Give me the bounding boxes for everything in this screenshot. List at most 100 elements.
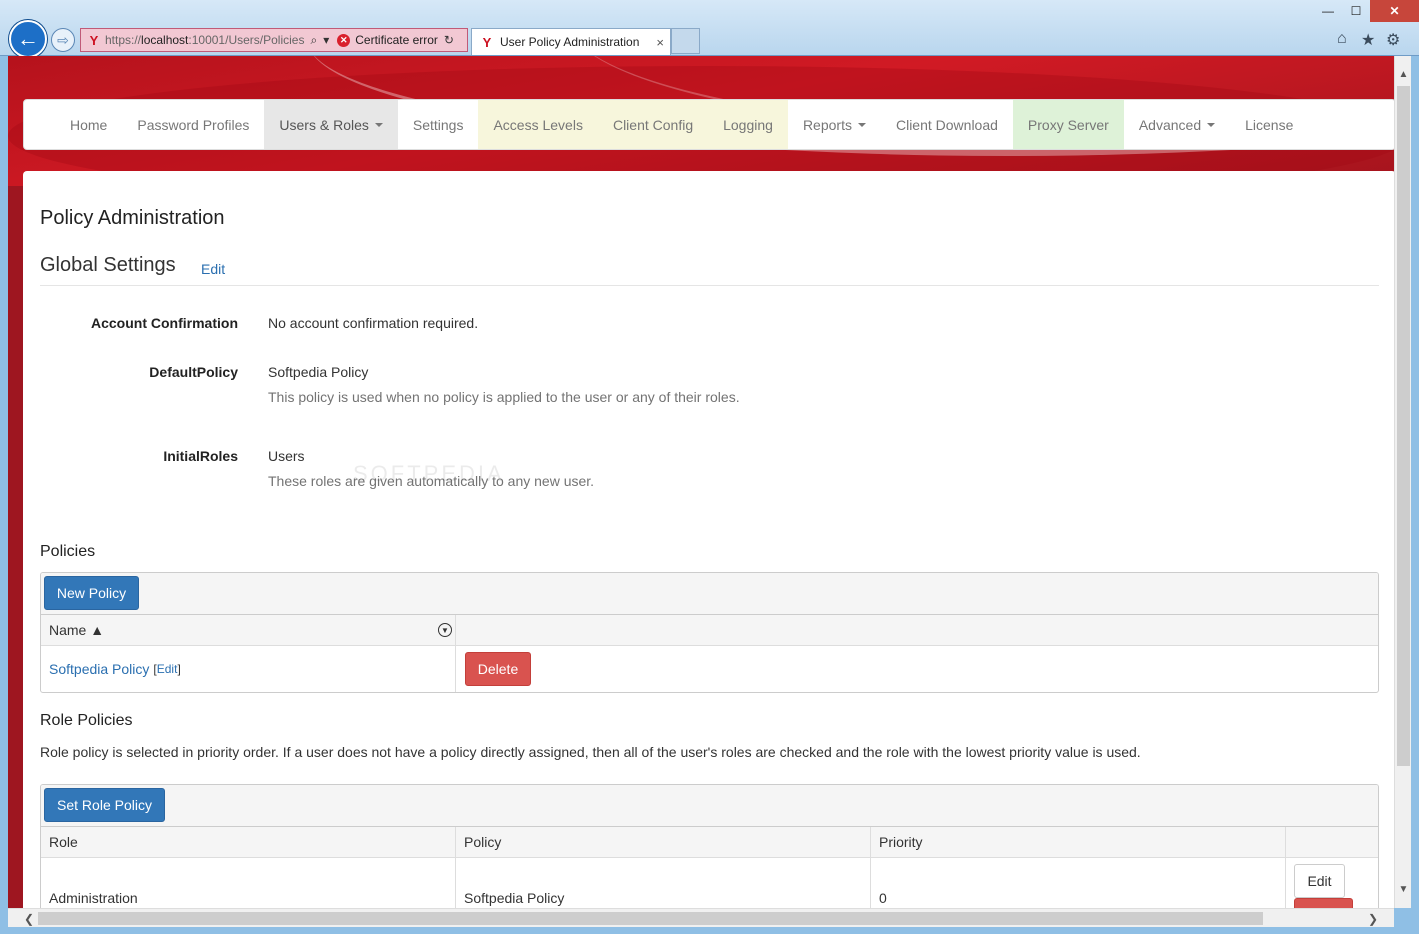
minimize-button[interactable]: — (1314, 0, 1342, 22)
favorites-icon[interactable]: ★ (1361, 30, 1375, 50)
policy-actions-cell: Delete (456, 646, 1378, 692)
scroll-up-icon[interactable]: ▲ (1395, 66, 1412, 83)
initial-roles-value: Users (268, 448, 305, 464)
role-cell: Administration (41, 858, 456, 908)
column-name-label: Name ▲ (49, 622, 105, 638)
page-title: Policy Administration (40, 207, 225, 229)
column-header-actions (1286, 827, 1378, 857)
tab-favicon-icon: Y (482, 34, 492, 50)
nav-home[interactable]: Home (55, 100, 122, 149)
certificate-error-label[interactable]: Certificate error (355, 33, 438, 47)
tab-close-icon[interactable]: × (656, 35, 664, 50)
priority-cell: 0 (871, 858, 1286, 908)
column-header-role[interactable]: Role (41, 827, 456, 857)
new-policy-button[interactable]: New Policy (44, 576, 139, 610)
caret-down-icon (374, 122, 383, 127)
policies-grid: New Policy Name ▲ ▼ Softpedia Policy [ E… (40, 572, 1379, 693)
nav-client-config[interactable]: Client Config (597, 100, 709, 149)
default-policy-value: Softpedia Policy (268, 364, 369, 380)
nav-advanced[interactable]: Advanced (1124, 100, 1230, 149)
home-icon[interactable]: ⌂ (1337, 30, 1347, 48)
column-header-name[interactable]: Name ▲ ▼ (41, 615, 456, 645)
address-bar[interactable]: Y https://localhost:10001/Users/Policies… (80, 28, 468, 52)
url-path: :10001/Users/Policies (188, 33, 305, 47)
policies-header-row: Name ▲ ▼ (41, 615, 1378, 646)
back-arrow-icon: ← (17, 26, 39, 51)
tab-title: User Policy Administration (500, 35, 640, 49)
policy-edit-link[interactable]: Edit (157, 662, 178, 676)
set-role-policy-button[interactable]: Set Role Policy (44, 788, 165, 822)
horizontal-scroll-thumb[interactable] (38, 912, 1263, 925)
window-frame-bottom (0, 927, 1419, 934)
bracket-close: ] (177, 662, 181, 676)
role-policy-cell: Softpedia Policy (456, 858, 871, 908)
back-button[interactable]: ← (9, 20, 47, 58)
column-header-priority[interactable]: Priority (871, 827, 1286, 857)
clear-role-policy-button[interactable]: Clear (1294, 898, 1353, 908)
vertical-scrollbar[interactable]: ▲ ▼ (1394, 56, 1411, 908)
dropdown-icon[interactable]: ▾ (323, 33, 329, 47)
table-row: Administration Softpedia Policy 0 Edit C… (41, 858, 1378, 908)
search-icon[interactable]: ⌕ (310, 33, 317, 48)
role-actions-cell: Edit Clear (1286, 858, 1378, 908)
browser-tab-active[interactable]: Y User Policy Administration × (471, 28, 671, 55)
nav-reports-label: Reports (802, 116, 852, 133)
initial-roles-label: InitialRoles (163, 448, 238, 464)
scroll-down-icon[interactable]: ▼ (1395, 881, 1412, 898)
nav-access-levels[interactable]: Access Levels (478, 100, 598, 149)
column-header-policy[interactable]: Policy (456, 827, 871, 857)
scroll-right-icon[interactable]: ❯ (1364, 909, 1382, 928)
nav-proxy-server[interactable]: Proxy Server (1012, 100, 1124, 149)
filter-icon[interactable]: ▼ (438, 623, 452, 637)
caret-down-icon (857, 122, 866, 127)
global-settings-heading: Global Settings (40, 254, 176, 276)
nav-users-roles-label: Users & Roles (279, 116, 369, 133)
table-row: Softpedia Policy [ Edit ] Delete (41, 646, 1378, 692)
account-confirmation-value: No account confirmation required. (268, 315, 479, 331)
nav-license[interactable]: License (1230, 100, 1308, 149)
delete-policy-button[interactable]: Delete (465, 652, 531, 686)
main-navbar: Home Password Profiles Users & Roles Set… (23, 99, 1394, 150)
close-window-button[interactable]: ✕ (1370, 0, 1419, 22)
forward-button[interactable]: ⇨ (51, 28, 75, 52)
nav-logging[interactable]: Logging (708, 100, 788, 149)
cert-error-icon[interactable]: ✕ (337, 33, 351, 47)
policy-name-link[interactable]: Softpedia Policy (49, 661, 149, 677)
forward-arrow-icon: ⇨ (57, 31, 69, 48)
new-tab-button[interactable] (671, 28, 700, 54)
gear-icon[interactable]: ⚙ (1386, 30, 1400, 50)
nav-settings[interactable]: Settings (398, 100, 479, 149)
horizontal-scrollbar[interactable]: ❮ ❯ (8, 908, 1394, 927)
page-viewport: Home Password Profiles Users & Roles Set… (8, 56, 1394, 908)
nav-reports[interactable]: Reports (788, 100, 881, 149)
nav-users-roles[interactable]: Users & Roles (264, 100, 398, 149)
role-policies-heading: Role Policies (40, 712, 133, 729)
nav-advanced-label: Advanced (1138, 116, 1202, 133)
role-policies-toolbar: Set Role Policy (41, 785, 1378, 827)
default-policy-help: This policy is used when no policy is ap… (268, 389, 740, 405)
edit-role-policy-button[interactable]: Edit (1294, 864, 1345, 898)
nav-password-profiles[interactable]: Password Profiles (122, 100, 264, 149)
browser-chrome: ← ⇨ Y https://localhost:10001/Users/Poli… (0, 0, 1419, 58)
scroll-left-icon[interactable]: ❮ (20, 909, 38, 928)
site-favicon-icon: Y (89, 32, 99, 48)
nav-client-download[interactable]: Client Download (881, 100, 1013, 149)
maximize-button[interactable]: ☐ (1342, 0, 1370, 22)
role-policies-header-row: Role Policy Priority (41, 827, 1378, 858)
role-policies-grid: Set Role Policy Role Policy Priority Adm… (40, 784, 1379, 908)
content-panel: Policy Administration Global Settings Ed… (23, 171, 1394, 908)
vertical-scroll-thumb[interactable] (1397, 86, 1410, 766)
watermark: SOFTPEDIA (353, 461, 505, 486)
account-confirmation-label: Account Confirmation (91, 315, 238, 331)
global-settings-edit-link[interactable]: Edit (201, 261, 225, 277)
policies-heading: Policies (40, 543, 96, 560)
url-host: localhost (141, 33, 189, 47)
refresh-icon[interactable]: ↻ (444, 33, 454, 47)
policies-toolbar: New Policy (41, 573, 1378, 615)
divider (40, 285, 1379, 286)
column-header-actions (456, 615, 1378, 645)
address-url[interactable]: https://localhost:10001/Users/Policies (105, 33, 304, 47)
url-prefix: https:// (105, 33, 142, 47)
role-policies-description: Role policy is selected in priority orde… (40, 744, 1141, 760)
caret-down-icon (1207, 122, 1216, 127)
